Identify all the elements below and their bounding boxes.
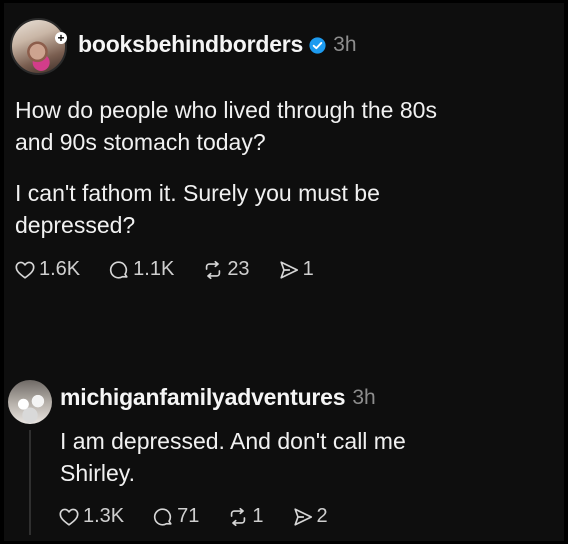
comment-icon	[110, 260, 128, 279]
comment-button[interactable]: 1.1K	[108, 258, 174, 281]
post-text-line: and 90s stomach today?	[15, 129, 266, 155]
avatar[interactable]	[10, 18, 67, 75]
comment-count: 1.1K	[133, 258, 175, 280]
reply-like-button[interactable]: 1.3K	[58, 505, 124, 528]
repost-icon	[206, 260, 221, 279]
reply-username[interactable]: michiganfamilyadventures	[60, 384, 346, 411]
comment-icon	[154, 507, 172, 526]
post-text-line: I can't fathom it. Surely you must be	[15, 180, 380, 206]
thread-line	[29, 430, 31, 535]
post-header: booksbehindborders 3h	[78, 31, 357, 58]
heart-icon	[15, 261, 35, 279]
post-timestamp: 3h	[333, 32, 357, 56]
reply-actions: 1.3K 71 1 2	[58, 505, 356, 528]
reply-repost-count: 1	[252, 505, 264, 527]
reply-repost-button[interactable]: 1	[227, 505, 264, 528]
verified-badge-icon	[309, 37, 326, 54]
repost-icon	[231, 507, 246, 526]
username[interactable]: booksbehindborders	[78, 31, 303, 58]
reply-share-count: 2	[316, 505, 328, 527]
post-text-line: depressed?	[15, 212, 136, 238]
heart-icon	[59, 508, 79, 526]
reply-comment-button[interactable]: 71	[152, 505, 199, 528]
like-button[interactable]: 1.6K	[14, 258, 80, 281]
share-count: 1	[302, 258, 314, 280]
reply-comment-count: 71	[177, 505, 200, 527]
send-icon	[293, 507, 312, 526]
reply-text: I am depressed. And don't call me Shirle…	[60, 425, 406, 489]
post-paragraph-2: I can't fathom it. Surely you must be de…	[15, 177, 380, 241]
reply-header: michiganfamilyadventures 3h	[60, 384, 376, 411]
post-text-line: How do people who lived through the 80s	[15, 97, 437, 123]
share-button[interactable]: 1	[278, 258, 314, 281]
send-icon	[279, 260, 298, 279]
repost-count: 23	[227, 258, 250, 280]
post-paragraph-1: How do people who lived through the 80s …	[15, 94, 437, 158]
reply-avatar[interactable]	[8, 380, 52, 424]
reply-like-count: 1.3K	[83, 505, 125, 527]
reply-share-button[interactable]: 2	[292, 505, 328, 528]
reply-text-line: I am depressed. And don't call me	[60, 428, 406, 454]
post-actions: 1.6K 1.1K 23 1	[14, 258, 342, 281]
reply-timestamp: 3h	[352, 385, 376, 409]
like-count: 1.6K	[39, 258, 81, 280]
follow-plus-icon[interactable]: +	[55, 32, 67, 44]
repost-button[interactable]: 23	[202, 258, 250, 281]
reply-text-line: Shirley.	[60, 460, 135, 486]
